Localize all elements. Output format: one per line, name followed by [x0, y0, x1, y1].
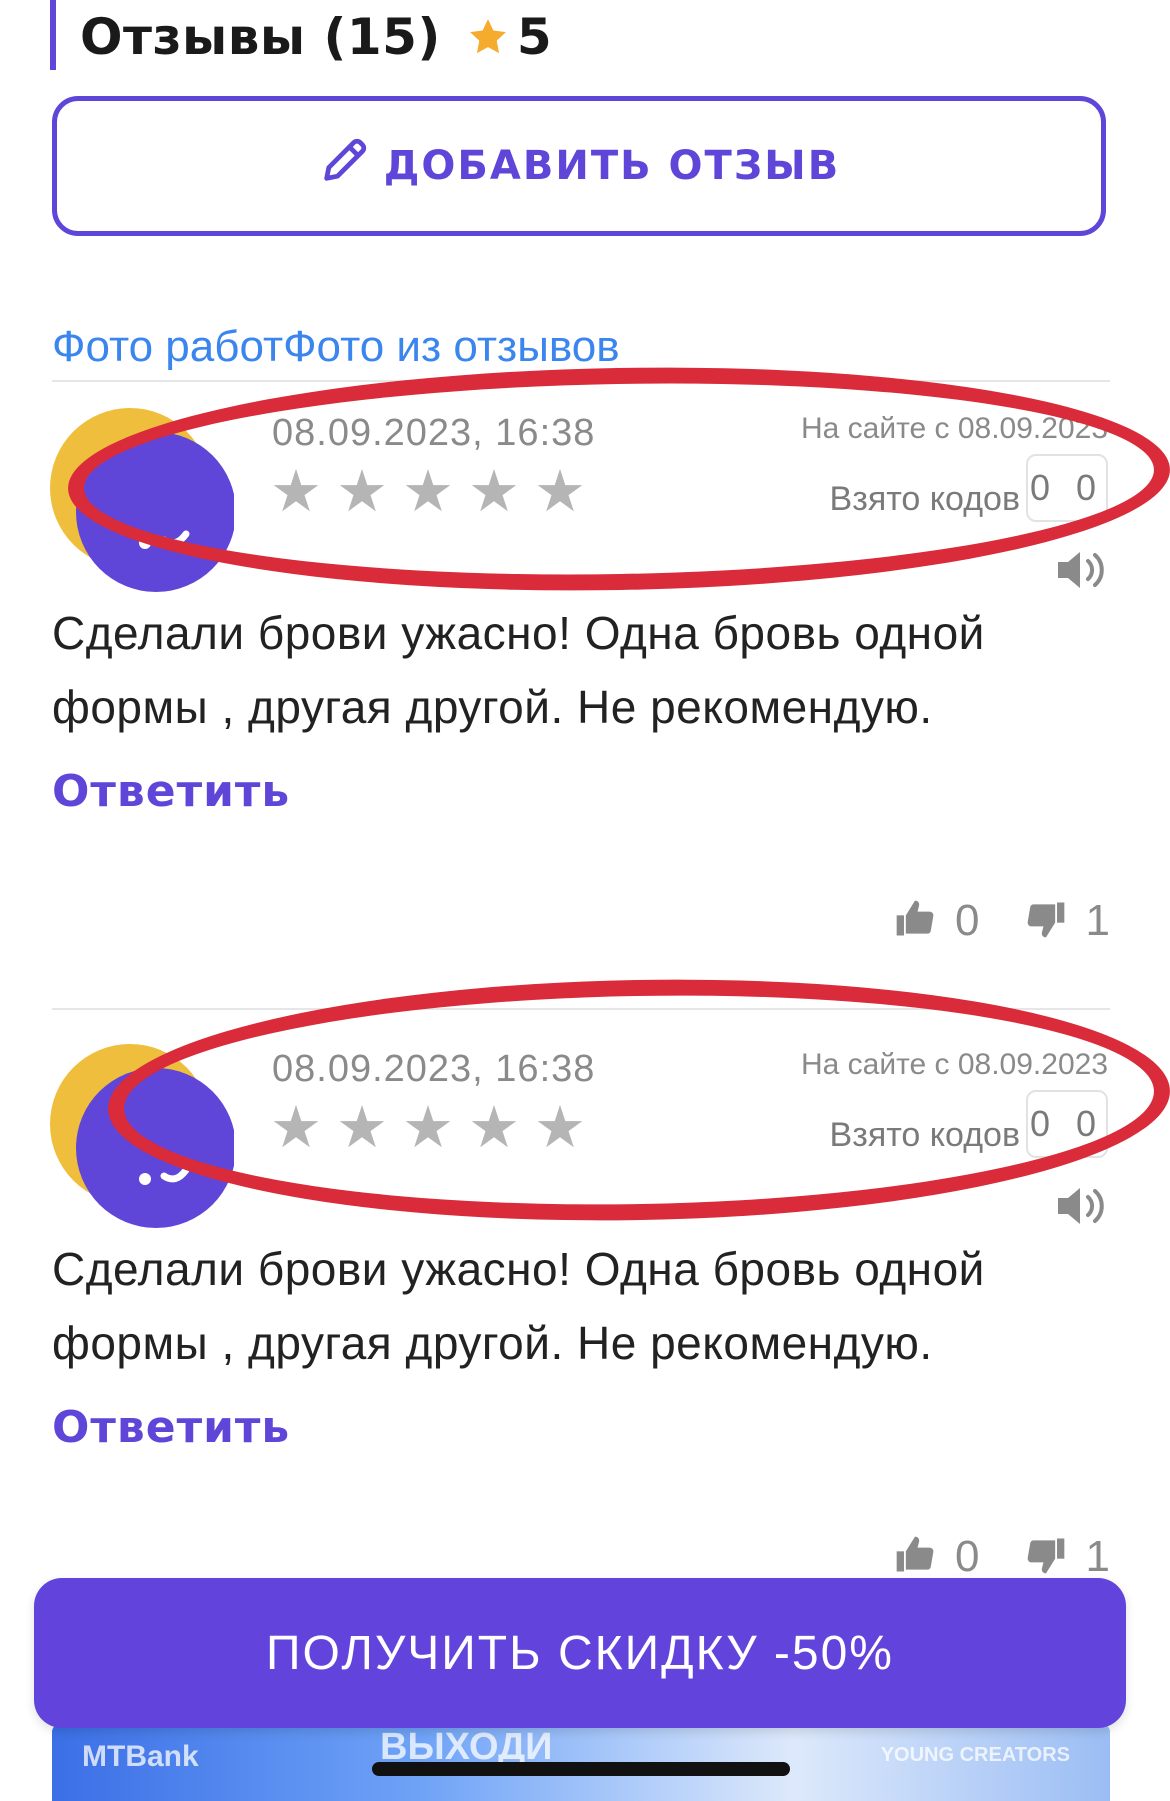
speaker-icon[interactable] — [1054, 1184, 1108, 1232]
banner-brand: MTBank — [82, 1740, 199, 1773]
reviews-title: Отзывы (15) — [80, 8, 441, 66]
vote-controls: 0 1 — [893, 896, 1110, 946]
add-review-label: ДОБАВИТЬ ОТЗЫВ — [383, 143, 841, 189]
dislike-count: 1 — [1085, 1532, 1110, 1581]
thumbs-down-icon — [1024, 1533, 1068, 1581]
pencil-icon — [318, 135, 384, 197]
thumbs-up-icon — [893, 1533, 937, 1581]
review-text: Сделали брови ужасно! Одна бровь одной ф… — [52, 607, 985, 733]
reply-button[interactable]: Ответить — [52, 766, 290, 817]
dislike-button[interactable]: 1 — [1024, 1532, 1110, 1582]
reply-button[interactable]: Ответить — [52, 1402, 290, 1453]
star-icon — [467, 16, 509, 58]
dislike-button[interactable]: 1 — [1024, 896, 1110, 946]
like-count: 0 — [955, 1532, 980, 1581]
like-button[interactable]: 0 — [893, 896, 980, 946]
like-count: 0 — [955, 896, 980, 945]
review-text: Сделали брови ужасно! Одна бровь одной ф… — [52, 1243, 985, 1369]
home-indicator — [372, 1762, 790, 1776]
average-rating: 5 — [516, 8, 553, 66]
section-accent-bar — [50, 0, 56, 70]
add-review-button[interactable]: ДОБАВИТЬ ОТЗЫВ — [52, 96, 1106, 236]
thumbs-up-icon — [893, 897, 937, 945]
reviews-header: Отзывы (15) 5 — [80, 2, 552, 72]
thumbs-down-icon — [1024, 897, 1068, 945]
like-button[interactable]: 0 — [893, 1532, 980, 1582]
banner-tagline: YOUNG CREATORS — [880, 1744, 1070, 1766]
tab-photo-reviews[interactable]: Фото из отзывов — [283, 322, 619, 371]
get-discount-button[interactable]: ПОЛУЧИТЬ СКИДКУ -50% — [34, 1578, 1126, 1728]
tab-photo-works[interactable]: Фото работ — [52, 322, 283, 371]
vote-controls: 0 1 — [893, 1532, 1110, 1582]
speaker-icon[interactable] — [1054, 548, 1108, 596]
dislike-count: 1 — [1085, 896, 1110, 945]
